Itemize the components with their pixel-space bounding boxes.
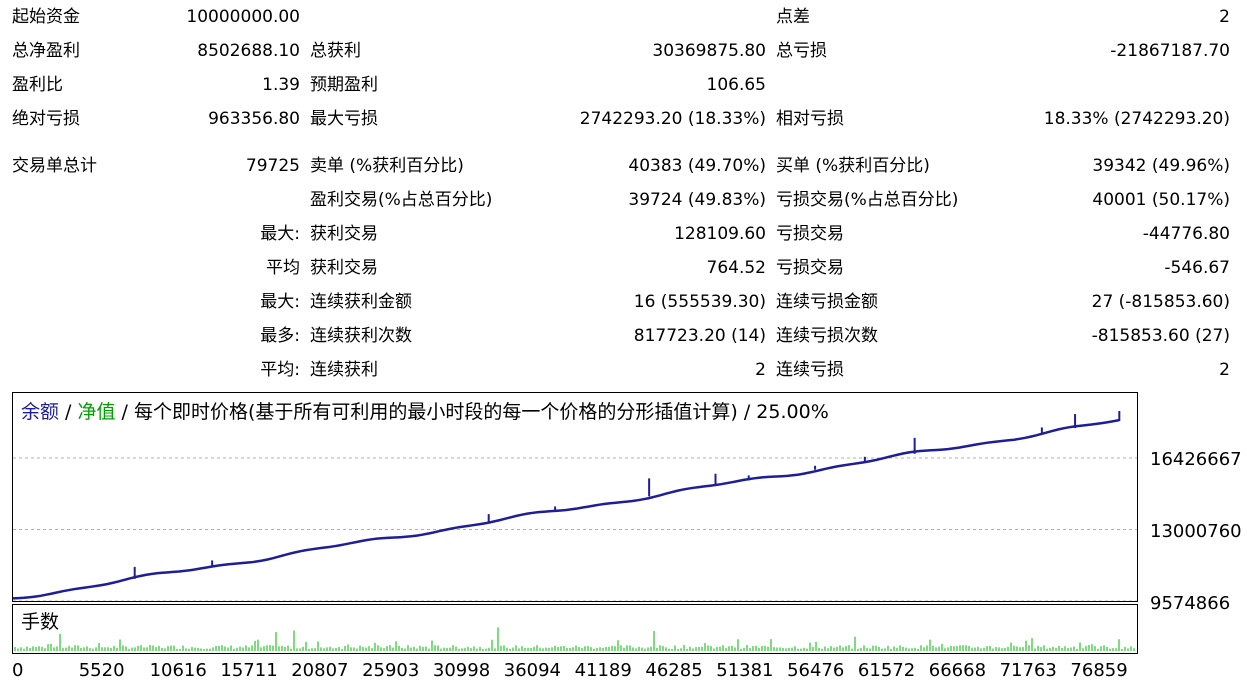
y-tick-label: 9574866 [1150,593,1231,614]
x-tick-label: 56476 [787,660,845,681]
average-profit-value: 764.52 [706,258,766,278]
legend-balance: 余额 [21,401,60,423]
maximal-loss-label: 连续亏损次数 [776,326,878,346]
profit-trades-label: 盈利交易(%占总百分比) [310,190,493,210]
avg-consec-wins-value: 2 [755,360,766,380]
total-trades-value: 79725 [245,156,300,176]
net-profit-label: 总净盈利 [12,41,80,61]
loss-trades-label: 亏损交易(%占总百分比) [776,190,959,210]
x-tick-label: 51381 [716,660,774,681]
volume-title: 手数 [21,611,60,633]
gross-loss-label: 总亏损 [776,41,827,61]
x-tick-label: 5520 [78,660,125,681]
legend-separator: / [59,401,78,423]
avg-consec-losses-value: 2 [1219,360,1230,380]
profit-trades-value: 39724 (49.83%) [628,190,766,210]
average-loss-label: 亏损交易 [776,258,844,278]
legend-description: / 每个即时价格(基于所有可利用的最小时段的每一个价格的分形插值计算) / 25… [115,401,829,423]
x-tick-label: 41189 [574,660,632,681]
volume-chart-canvas [14,627,1135,651]
largest-profit-value: 128109.60 [674,224,766,244]
average-label: 平均 [266,258,300,278]
legend-equity: 净值 [77,401,116,423]
y-tick-label: 13000760 [1150,521,1242,542]
maximal-loss-value: -815853.60 (27) [1091,326,1230,346]
spread-value: 2 [1219,7,1230,27]
avg-consec-label: 平均: [260,360,300,380]
x-tick-label: 66668 [928,660,987,681]
expected-payoff-value: 106.65 [706,75,766,95]
x-tick-label: 20807 [291,660,349,681]
net-profit-value: 8502688.10 [197,41,300,61]
short-positions-label: 卖单 (%获利百分比) [310,156,464,176]
x-tick-label: 46285 [645,660,703,681]
x-tick-label: 76859 [1070,660,1128,681]
x-tick-label: 61572 [857,660,916,681]
long-positions-label: 买单 (%获利百分比) [776,156,930,176]
avg-consec-wins-label: 连续获利 [310,360,378,380]
y-tick-label: 16426667 [1150,449,1242,470]
abs-drawdown-label: 绝对亏损 [12,109,80,129]
gross-profit-value: 30369875.80 [652,41,766,61]
gross-profit-label: 总获利 [310,41,361,61]
max-drawdown-value: 2742293.20 (18.33%) [579,109,766,129]
max-consec-label: 最大: [260,292,300,312]
spread-label: 点差 [776,7,810,27]
expected-payoff-label: 预期盈利 [310,75,378,95]
max-consec-wins-label: 连续获利金额 [310,292,412,312]
long-positions-value: 39342 (49.96%) [1092,156,1230,176]
balance-line [13,418,1120,600]
x-tick-label: 10616 [149,660,207,681]
average-loss-value: -546.67 [1164,258,1230,278]
average-profit-label: 获利交易 [310,258,378,278]
x-axis: 0 5520 10616 15711 20807 25903 30998 36094 41189… [12,660,1142,682]
volume-chart: 手数 [12,604,1138,654]
max-drawdown-label: 最大亏损 [310,109,378,129]
initial-deposit-label: 起始资金 [12,7,80,27]
profit-factor-label: 盈利比 [12,75,63,95]
loss-trades-value: 40001 (50.17%) [1092,190,1230,210]
x-tick-label: 0 [12,660,24,681]
rel-drawdown-label: 相对亏损 [776,109,844,129]
max-consec-losses-value: 27 (-815853.60) [1091,292,1230,312]
chart-legend: 余额 / 净值 / 每个即时价格(基于所有可利用的最小时段的每一个价格的分形插值… [21,401,829,423]
maximal-profit-label: 连续获利次数 [310,326,412,346]
rel-drawdown-value: 18.33% (2742293.20) [1043,109,1230,129]
max-consec-wins-value: 16 (555539.30) [633,292,766,312]
largest-loss-label: 亏损交易 [776,224,844,244]
avg-consec-losses-label: 连续亏损 [776,360,844,380]
abs-drawdown-value: 963356.80 [208,109,300,129]
x-tick-label: 71763 [999,660,1057,681]
maximal-label: 最多: [260,326,300,346]
x-tick-label: 15711 [220,660,278,681]
largest-loss-value: -44776.80 [1142,224,1230,244]
balance-chart-canvas [13,410,1137,601]
profit-factor-value: 1.39 [262,75,300,95]
gross-loss-value: -21867187.70 [1110,41,1230,61]
largest-profit-label: 获利交易 [310,224,378,244]
short-positions-value: 40383 (49.70%) [628,156,766,176]
largest-label: 最大: [260,224,300,244]
balance-chart: 余额 / 净值 / 每个即时价格(基于所有可利用的最小时段的每一个价格的分形插值… [12,392,1138,602]
x-tick-label: 25903 [362,660,420,681]
x-tick-label: 36094 [503,660,562,681]
max-consec-losses-label: 连续亏损金额 [776,292,878,312]
initial-deposit-value: 10000000.00 [186,7,300,27]
maximal-profit-value: 817723.20 (14) [633,326,766,346]
x-tick-label: 30998 [432,660,491,681]
total-trades-label: 交易单总计 [12,156,97,176]
